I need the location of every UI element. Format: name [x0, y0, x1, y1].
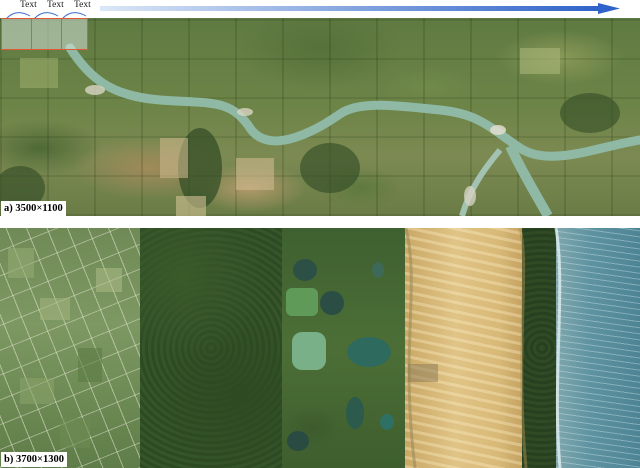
panel-a-label: a) 3500×1100 [1, 201, 66, 216]
patch-box-3 [61, 18, 88, 50]
river-overlay [0, 43, 640, 216]
panel-separator [0, 216, 640, 228]
coast-overlay [8, 228, 562, 468]
satellite-image-river [0, 18, 640, 216]
patch-box-2 [31, 18, 62, 50]
panel-b-label: b) 3700×1300 [1, 452, 67, 467]
scan-direction-arrow [100, 3, 620, 14]
patch-box-1 [1, 18, 32, 50]
satellite-image-coast [0, 228, 640, 468]
